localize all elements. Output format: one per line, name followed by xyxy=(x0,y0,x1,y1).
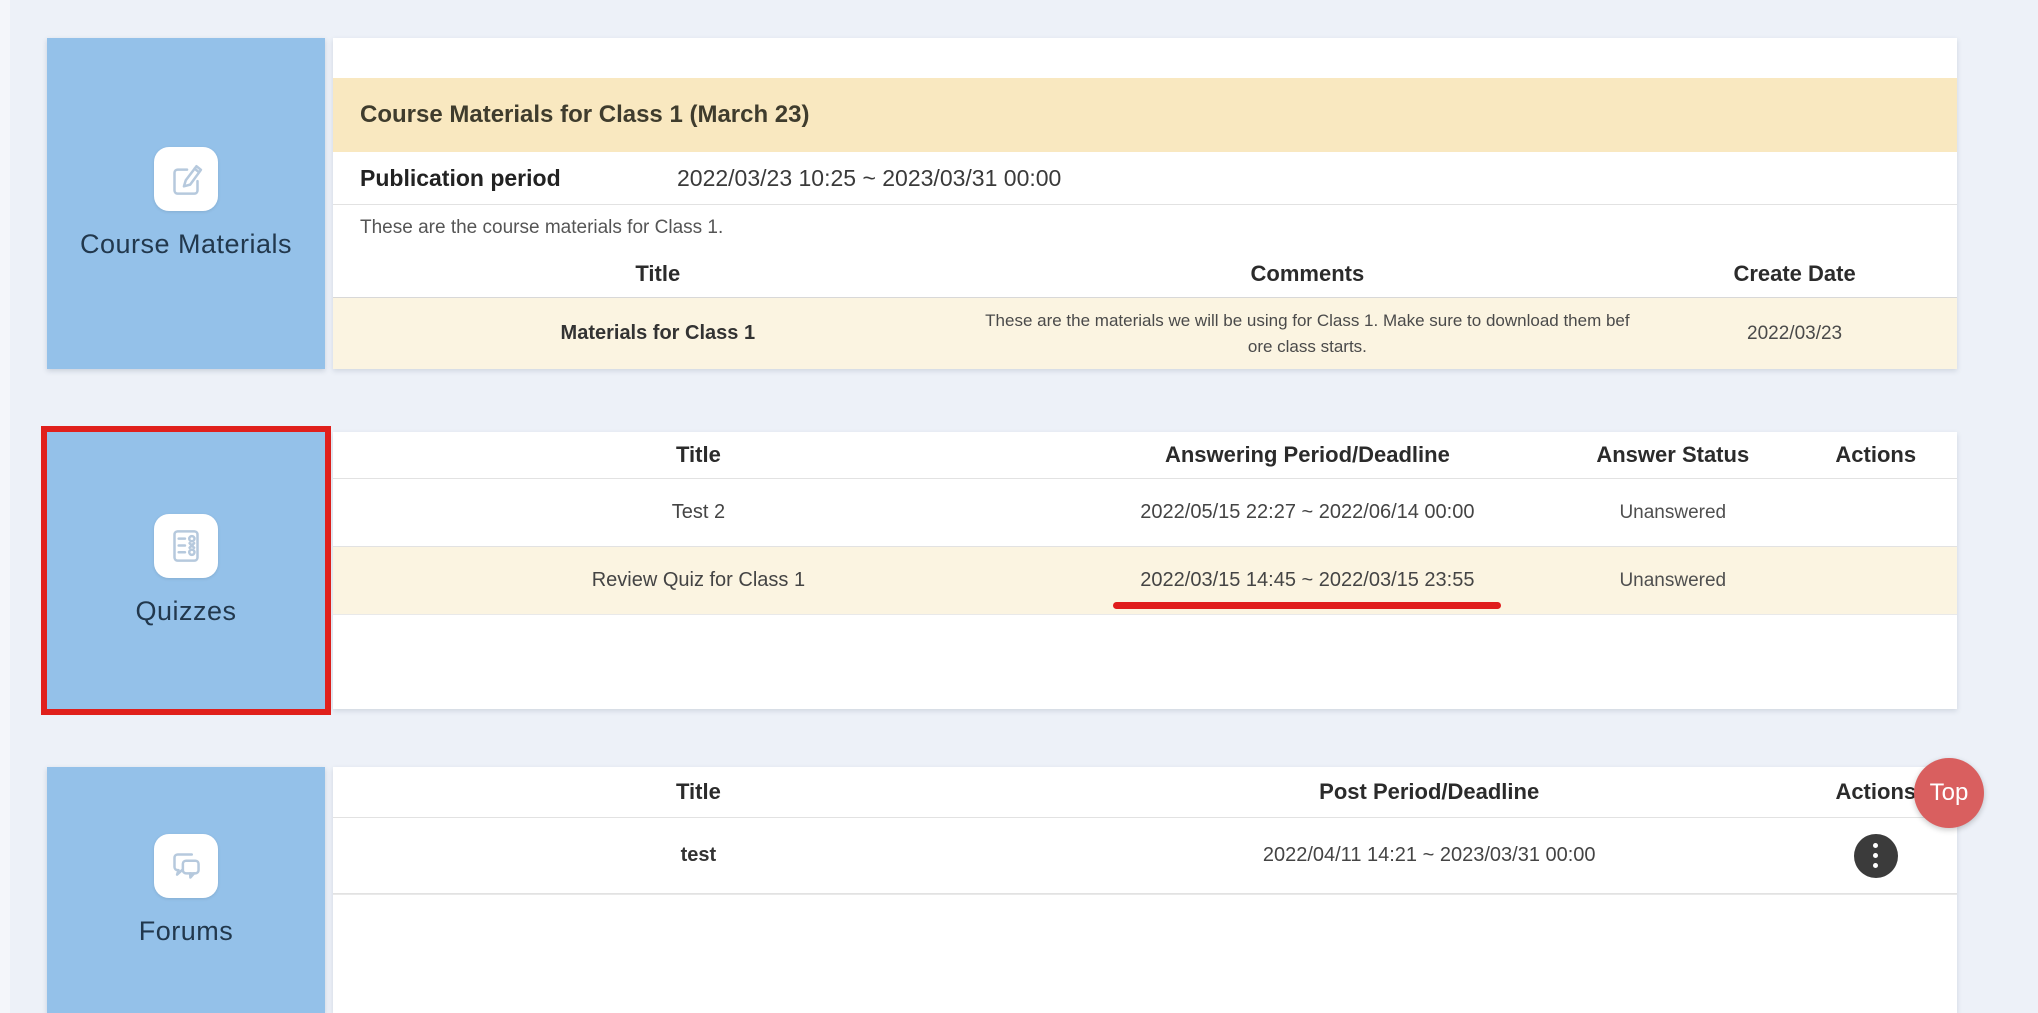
red-underline-annotation xyxy=(1113,602,1501,609)
panel-top-spacer xyxy=(333,38,1957,78)
material-row-title-link[interactable]: Materials for Class 1 xyxy=(333,322,983,345)
quizzes-table-header: Title Answering Period/Deadline Answer S… xyxy=(333,432,1957,478)
col-header-title: Title xyxy=(333,442,1064,468)
material-description: These are the course materials for Class… xyxy=(333,205,1957,251)
material-row-comments: These are the materials we will be using… xyxy=(983,308,1633,359)
material-row-create-date: 2022/03/23 xyxy=(1632,323,1957,345)
kebab-menu-icon[interactable] xyxy=(1854,834,1898,878)
materials-table-header: Title Comments Create Date xyxy=(333,251,1957,298)
col-header-title: Title xyxy=(333,261,983,287)
quizzes-tile[interactable]: Quizzes xyxy=(47,432,325,709)
col-header-answering-period: Answering Period/Deadline xyxy=(1064,442,1551,468)
quiz-row-title-link[interactable]: Test 2 xyxy=(333,501,1064,524)
quiz-row-title-link[interactable]: Review Quiz for Class 1 xyxy=(333,569,1064,592)
table-row: Test 2 2022/05/15 22:27 ~ 2022/06/14 00:… xyxy=(333,478,1957,546)
forums-panel: Title Post Period/Deadline Actions test … xyxy=(333,767,1957,1013)
table-row: Review Quiz for Class 1 2022/03/15 14:45… xyxy=(333,546,1957,614)
scroll-to-top-button[interactable]: Top xyxy=(1914,758,1984,828)
forum-row-title-link[interactable]: test xyxy=(333,844,1064,867)
material-title-bar[interactable]: Course Materials for Class 1 (March 23) xyxy=(333,78,1957,152)
table-row: Materials for Class 1 These are the mate… xyxy=(333,298,1957,369)
quiz-row-period: 2022/05/15 22:27 ~ 2022/06/14 00:00 xyxy=(1064,501,1551,524)
forum-row-actions xyxy=(1795,834,1957,878)
quiz-row-period: 2022/03/15 14:45 ~ 2022/03/15 23:55 xyxy=(1064,547,1551,614)
forums-table-header: Title Post Period/Deadline Actions xyxy=(333,767,1957,817)
col-header-title: Title xyxy=(333,779,1064,805)
course-materials-panel: Course Materials for Class 1 (March 23) … xyxy=(333,38,1957,369)
publication-period-label: Publication period xyxy=(333,165,677,192)
pencil-square-icon xyxy=(154,147,218,211)
quizzes-tile-label: Quizzes xyxy=(135,596,236,627)
col-header-actions: Actions xyxy=(1795,442,1957,468)
forums-tile-label: Forums xyxy=(139,916,234,947)
col-header-comments: Comments xyxy=(983,261,1633,287)
panel-empty-area xyxy=(333,894,1957,1013)
course-materials-tile-label: Course Materials xyxy=(80,229,292,260)
quiz-list-icon xyxy=(154,514,218,578)
panel-empty-area xyxy=(333,614,1957,709)
col-header-answer-status: Answer Status xyxy=(1551,442,1795,468)
quiz-row-status: Unanswered xyxy=(1551,502,1795,524)
quizzes-panel: Title Answering Period/Deadline Answer S… xyxy=(333,432,1957,709)
page-left-margin xyxy=(0,0,10,1013)
quiz-row-status: Unanswered xyxy=(1551,570,1795,592)
forum-row-period: 2022/04/11 14:21 ~ 2023/03/31 00:00 xyxy=(1064,844,1795,867)
quizzes-section: Quizzes Title Answering Period/Deadline … xyxy=(47,432,1957,709)
col-header-create-date: Create Date xyxy=(1632,261,1957,287)
col-header-post-period: Post Period/Deadline xyxy=(1064,779,1795,805)
chat-bubbles-icon xyxy=(154,834,218,898)
course-materials-tile[interactable]: Course Materials xyxy=(47,38,325,369)
publication-period-row: Publication period 2022/03/23 10:25 ~ 20… xyxy=(333,152,1957,205)
forums-section: Forums Title Post Period/Deadline Action… xyxy=(47,767,1957,1013)
course-materials-section: Course Materials Course Materials for Cl… xyxy=(47,38,1957,369)
lms-course-contents-page: Course Materials Course Materials for Cl… xyxy=(0,0,2038,1013)
table-row: test 2022/04/11 14:21 ~ 2023/03/31 00:00 xyxy=(333,817,1957,894)
publication-period-value: 2022/03/23 10:25 ~ 2023/03/31 00:00 xyxy=(677,165,1061,192)
forums-tile[interactable]: Forums xyxy=(47,767,325,1013)
